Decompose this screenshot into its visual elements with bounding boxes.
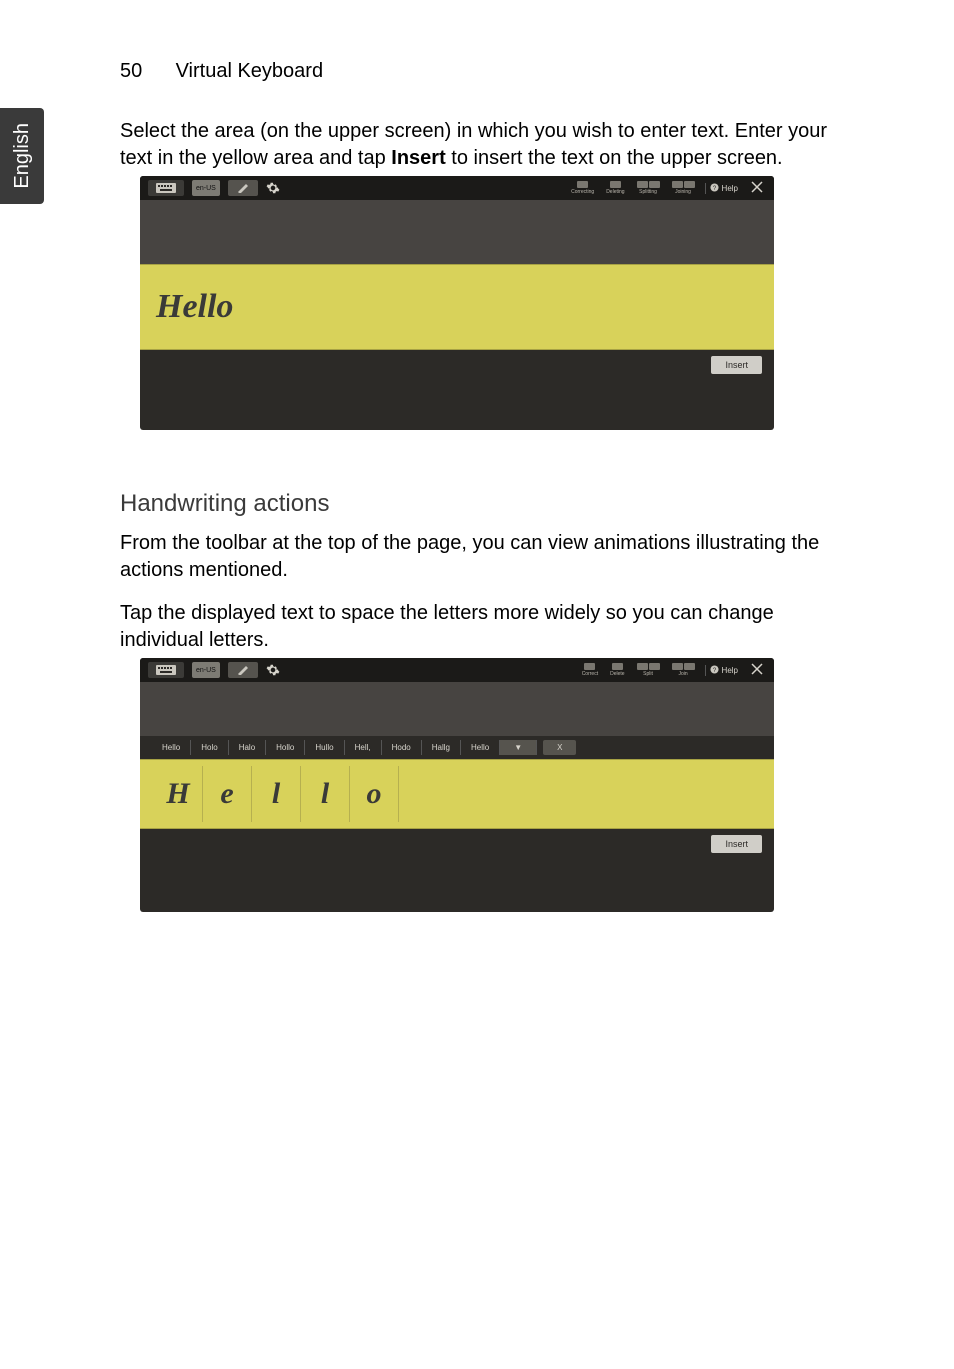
intro-text-2: to insert the text on the upper screen. — [446, 147, 783, 169]
language-button-2[interactable]: en-US — [192, 662, 220, 678]
handwritten-text: Hello — [156, 288, 233, 326]
keyboard-mode-button[interactable] — [148, 180, 184, 196]
suggestion-item[interactable]: Hollo — [266, 740, 305, 755]
intro-insert-bold: Insert — [391, 147, 445, 169]
action-join-label: Join — [678, 671, 687, 677]
gear-icon[interactable] — [266, 181, 280, 195]
section-title-handwriting-actions: Handwriting actions — [120, 490, 329, 518]
handwriting-empty-area[interactable] — [546, 759, 774, 829]
action-joining-label: Joining — [675, 189, 691, 195]
action-splitting[interactable]: Splitting — [635, 181, 662, 195]
language-side-tab-label: English — [11, 123, 34, 189]
help-icon: ? — [710, 183, 719, 194]
suggestion-item[interactable]: Hodo — [382, 740, 422, 755]
suggestion-item[interactable]: Hallg — [422, 740, 461, 755]
suggestion-item[interactable]: Halo — [229, 740, 266, 755]
handwriting-input-area[interactable]: Hello — [140, 264, 774, 350]
svg-text:?: ? — [712, 666, 716, 673]
help-label-2: Help — [722, 666, 738, 675]
suggestion-item[interactable]: Hullo — [305, 740, 344, 755]
letter-cell[interactable]: o — [350, 766, 399, 822]
preview-area-2[interactable] — [140, 682, 774, 736]
insert-button-2[interactable]: Insert — [711, 835, 762, 853]
para-tap-to-space: Tap the displayed text to space the lett… — [120, 600, 834, 654]
action-joining[interactable]: Joining — [670, 181, 697, 195]
action-split[interactable]: Split — [635, 663, 662, 677]
action-join[interactable]: Join — [670, 663, 697, 677]
suggestion-item[interactable]: Hello — [461, 740, 500, 755]
intro-paragraph: Select the area (on the upper screen) in… — [120, 118, 834, 172]
letter-char: H — [166, 777, 189, 811]
handwriting-letters-area[interactable]: H e l l o — [140, 759, 546, 829]
insert-button[interactable]: Insert — [711, 356, 762, 374]
action-deleting[interactable]: Deleting — [604, 181, 626, 195]
letter-char: o — [367, 777, 382, 811]
action-delete[interactable]: Delete — [608, 663, 626, 677]
action-correcting-label: Correcting — [571, 189, 594, 195]
help-button-2[interactable]: ? Help — [705, 665, 742, 676]
action-deleting-label: Deleting — [606, 189, 624, 195]
page-header: 50 Virtual Keyboard — [120, 60, 323, 83]
help-label: Help — [722, 184, 738, 193]
language-button[interactable]: en-US — [192, 180, 220, 196]
gear-icon-2[interactable] — [266, 663, 280, 677]
svg-text:?: ? — [712, 184, 716, 191]
handwriting-toolbar: en-US Correcting Deleting Splitting Join… — [140, 176, 774, 200]
pen-mode-button[interactable] — [228, 180, 258, 196]
suggestion-item[interactable]: Hello — [152, 740, 191, 755]
suggestion-clear-button[interactable]: X — [543, 740, 576, 755]
letter-cell[interactable]: l — [301, 766, 350, 822]
page-number: 50 — [120, 60, 170, 83]
suggestion-item[interactable]: Hell, — [345, 740, 382, 755]
section-2-paragraphs: From the toolbar at the top of the page,… — [120, 530, 834, 670]
letter-char: e — [220, 777, 233, 811]
preview-area[interactable] — [140, 200, 774, 264]
action-delete-label: Delete — [610, 671, 624, 677]
action-correct[interactable]: Correct — [580, 663, 600, 677]
close-icon-2[interactable] — [750, 662, 766, 678]
keyboard-mode-button-2[interactable] — [148, 662, 184, 678]
letter-cell[interactable]: l — [252, 766, 301, 822]
letter-char: l — [321, 777, 329, 811]
help-button[interactable]: ? Help — [705, 183, 742, 194]
suggestion-item[interactable]: Holo — [191, 740, 228, 755]
language-side-tab: English — [0, 108, 44, 204]
handwriting-toolbar-2: en-US Correct Delete Split Join ? He — [140, 658, 774, 682]
screenshot-handwriting-input: en-US Correcting Deleting Splitting Join… — [140, 176, 774, 430]
action-split-label: Split — [643, 671, 653, 677]
help-icon-2: ? — [710, 665, 719, 676]
suggestion-bar: Hello Holo Halo Hollo Hullo Hell, Hodo H… — [140, 736, 774, 759]
letter-cell[interactable]: e — [203, 766, 252, 822]
para-toolbar-animations: From the toolbar at the top of the page,… — [120, 530, 834, 584]
action-correct-label: Correct — [582, 671, 598, 677]
screenshot-letter-spacing: en-US Correct Delete Split Join ? He — [140, 658, 774, 912]
letter-cell[interactable]: H — [154, 766, 203, 822]
close-icon[interactable] — [750, 180, 766, 196]
action-splitting-label: Splitting — [639, 189, 657, 195]
suggestion-more-dropdown[interactable]: ▼ — [500, 740, 537, 755]
page-title: Virtual Keyboard — [176, 60, 324, 82]
action-correcting[interactable]: Correcting — [569, 181, 596, 195]
letter-char: l — [272, 777, 280, 811]
pen-mode-button-2[interactable] — [228, 662, 258, 678]
